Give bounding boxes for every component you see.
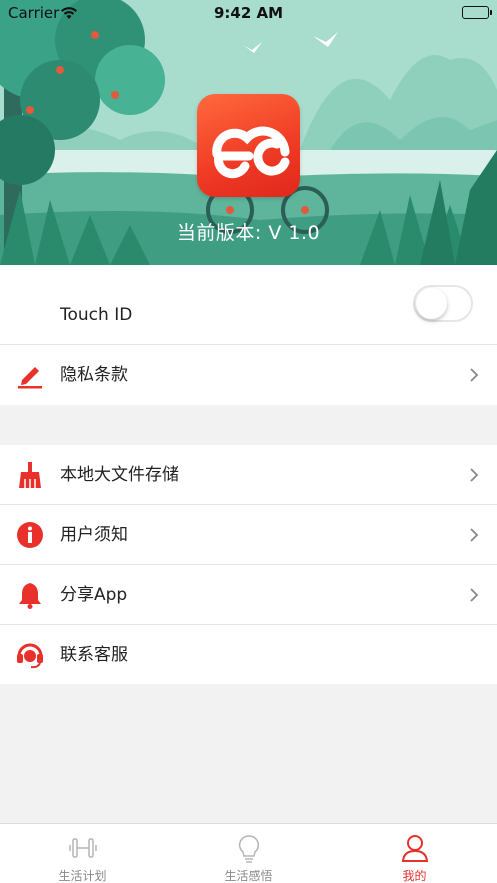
- ec-cloud-logo-icon: [197, 94, 300, 197]
- chevron-right-icon: [469, 527, 479, 543]
- menu-section: 本地大文件存储 用户须知 分享App 联系客服: [0, 445, 497, 684]
- tab-life-insights[interactable]: 生活感悟: [166, 824, 331, 883]
- menu-item-user-notice[interactable]: 用户须知: [0, 505, 497, 565]
- tab-mine[interactable]: 我的: [332, 824, 497, 883]
- chevron-right-icon: [469, 467, 479, 483]
- menu-item-label: 用户须知: [60, 525, 128, 545]
- chevron-right-icon: [469, 587, 479, 603]
- pencil-icon: [16, 361, 44, 389]
- profile-header: 当前版本: V 1.0: [0, 0, 497, 265]
- menu-item-share-app[interactable]: 分享App: [0, 565, 497, 625]
- touch-id-toggle[interactable]: [413, 285, 473, 322]
- privacy-row[interactable]: 隐私条款: [0, 345, 497, 405]
- headset-icon: [16, 641, 44, 669]
- broom-icon: [16, 461, 44, 489]
- menu-item-label: 分享App: [60, 585, 128, 605]
- tab-bar: 生活计划 生活感悟 我的: [0, 823, 497, 883]
- tab-life-plan[interactable]: 生活计划: [0, 824, 165, 883]
- dumbbell-icon: [68, 833, 98, 863]
- app-version: 当前版本: V 1.0: [176, 222, 321, 244]
- menu-item-customer-service[interactable]: 联系客服: [0, 625, 497, 685]
- tab-label: 我的: [402, 869, 427, 883]
- person-icon: [400, 833, 430, 863]
- battery-icon: [462, 6, 492, 19]
- menu-item-label: 本地大文件存储: [60, 465, 179, 485]
- bell-icon: [16, 581, 44, 609]
- privacy-label: 隐私条款: [60, 365, 128, 385]
- clock: 9:42 AM: [213, 4, 284, 22]
- tab-label: 生活计划: [58, 869, 107, 883]
- touch-id-label: Touch ID: [60, 305, 133, 325]
- status-bar: Carrier 9:42 AM: [0, 0, 497, 26]
- menu-item-local-storage[interactable]: 本地大文件存储: [0, 445, 497, 505]
- menu-item-label: 联系客服: [60, 645, 128, 665]
- chevron-right-icon: [469, 367, 479, 383]
- touch-id-row: Touch ID: [0, 265, 497, 345]
- lightbulb-icon: [234, 833, 264, 863]
- security-section: Touch ID 隐私条款: [0, 265, 497, 405]
- info-icon: [16, 521, 44, 549]
- tab-label: 生活感悟: [224, 869, 273, 883]
